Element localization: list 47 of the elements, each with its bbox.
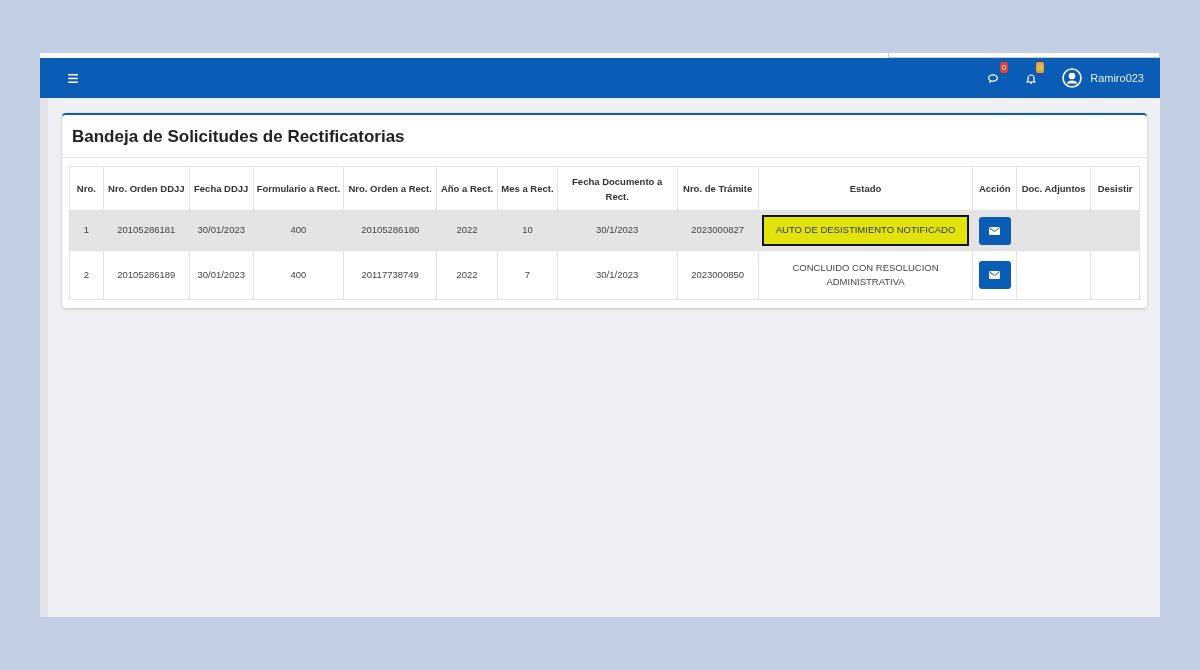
user-name[interactable]: Ramiro023 [1090, 69, 1144, 87]
table-cell: 2 [69, 250, 104, 300]
table-cell: 30/01/2023 [189, 210, 254, 251]
bell-icon[interactable] [1026, 73, 1037, 85]
table-cell: 400 [253, 210, 344, 251]
column-header: Mes a Rect. [497, 166, 558, 211]
scrollbar-track[interactable] [40, 98, 48, 617]
menu-icon[interactable] [68, 73, 78, 83]
message-count-badge: 0 [999, 62, 1009, 73]
table-cell: 2023000850 [677, 250, 759, 300]
table-cell: 30/1/2023 [557, 250, 678, 300]
column-header: Nro. Orden DDJJ [103, 166, 190, 211]
table-cell: 1 [69, 210, 104, 251]
table-cell: 10 [497, 210, 558, 251]
table-cell: 2022 [436, 210, 498, 251]
search-field[interactable] [888, 53, 1160, 58]
envelope-icon [989, 226, 1001, 235]
column-header: Nro. de Trámite [677, 166, 759, 211]
column-header: Año a Rect. [436, 166, 498, 211]
table-cell: 30/1/2023 [557, 210, 678, 251]
column-header: Formulario a Rect. [253, 166, 344, 211]
table-cell: 20105286180 [343, 210, 437, 251]
table-cell: 30/01/2023 [189, 250, 254, 300]
table-cell: 2022 [436, 250, 498, 300]
table-cell: 400 [253, 250, 344, 300]
user-avatar-icon[interactable] [1062, 68, 1083, 88]
table-cell: 2023000827 [677, 210, 759, 251]
column-header: Doc. Adjuntos [1016, 166, 1091, 211]
column-header: Fecha Documento a Rect. [557, 166, 678, 211]
table-cell: 7 [497, 250, 558, 300]
status-text: CONCLUIDO CON RESOLUCION ADMINISTRATIVA [791, 260, 940, 289]
column-header: Acción [972, 166, 1017, 211]
notification-count-badge: 0 [1035, 62, 1045, 73]
card-title: Bandeja de Solicitudes de Rectificatorias [62, 115, 1147, 159]
table-cell: 20117738749 [343, 250, 437, 300]
column-header: Estado [758, 166, 973, 211]
column-header: Fecha DDJJ [189, 166, 254, 211]
table-cell: 20105286189 [103, 250, 190, 300]
envelope-icon [989, 270, 1001, 279]
column-header: Nro. [69, 166, 104, 211]
mail-button[interactable] [978, 260, 1011, 289]
column-header: Desistir [1090, 166, 1140, 211]
chat-icon[interactable] [988, 73, 1001, 84]
highlighted-status: AUTO DE DESISTIMIENTO NOTIFICADO [761, 215, 970, 246]
table-cell: 20105286181 [103, 210, 190, 251]
mail-button[interactable] [978, 216, 1011, 245]
column-header: Nro. Orden a Rect. [343, 166, 437, 211]
